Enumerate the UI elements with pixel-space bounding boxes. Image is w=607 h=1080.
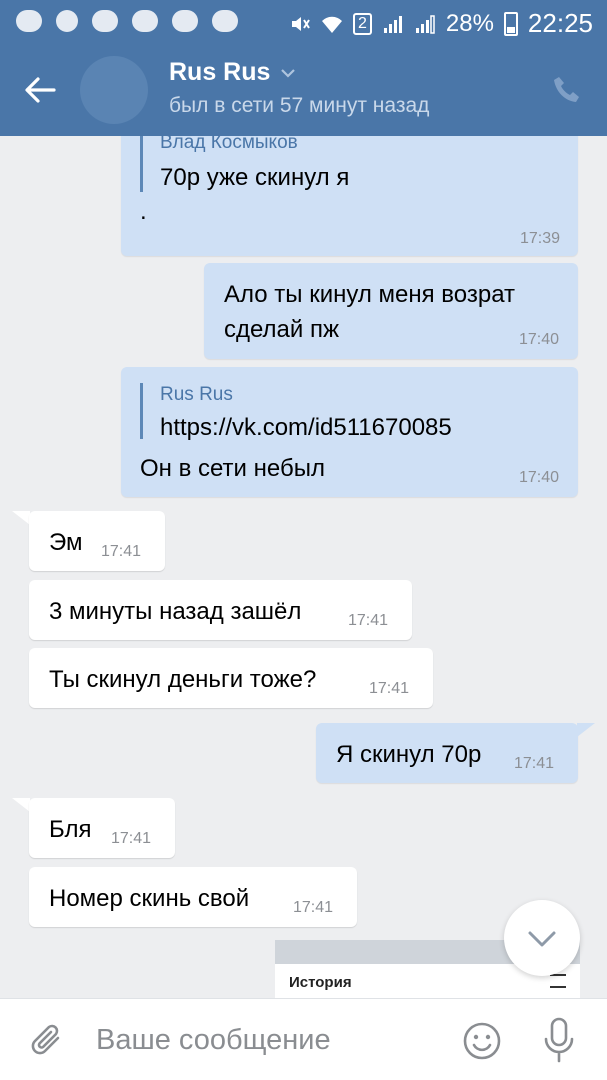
mic-icon[interactable]	[542, 1017, 576, 1063]
message-time: 17:40	[518, 331, 559, 348]
quote-author: Влад Космыков	[160, 136, 298, 153]
message-bubble-incoming[interactable]: Бля 17:41	[29, 798, 175, 858]
quote-author: Rus Rus	[160, 384, 233, 405]
status-right: 2 28% 22:25	[289, 8, 593, 39]
avatar[interactable]	[80, 56, 148, 124]
vk-notification-icon	[16, 10, 42, 32]
message-bubble-outgoing[interactable]: Я скинул 70р 17:41	[316, 723, 578, 783]
message-text: Эм	[49, 529, 83, 556]
message-bubble-incoming[interactable]: Ты скинул деньги тоже? 17:41	[29, 648, 433, 708]
bubble-tail	[12, 511, 30, 525]
message-text: Номер скинь свой	[49, 885, 250, 912]
message-bubble-outgoing[interactable]: Ало ты кинул меня возрат сделай пж 17:40	[204, 263, 578, 359]
signal-icon	[383, 15, 402, 33]
battery-percent: 28%	[445, 9, 494, 37]
message-text: Бля	[49, 816, 92, 843]
message-text: 3 минуты назад зашёл	[49, 598, 302, 625]
message-bubble-incoming[interactable]: Эм 17:41	[29, 511, 165, 571]
mute-icon	[291, 16, 310, 31]
wifi-icon	[321, 16, 342, 33]
bubble-tail	[12, 798, 30, 812]
attach-icon[interactable]	[28, 1021, 68, 1061]
quote-link[interactable]: https://vk.com/id511670085	[160, 414, 452, 442]
message-time: 17:41	[348, 612, 389, 629]
back-arrow-icon[interactable]	[22, 72, 58, 108]
message-time: 17:41	[514, 755, 555, 772]
vk-notification-icon	[132, 10, 158, 32]
chevron-down-icon	[528, 931, 556, 947]
message-time: 17:41	[369, 680, 410, 697]
quote-bar	[140, 383, 143, 439]
filter-icon	[550, 974, 566, 988]
chevron-down-icon	[281, 68, 296, 78]
phone-icon[interactable]	[551, 74, 583, 106]
message-bubble-incoming[interactable]: 3 минуты назад зашёл 17:41	[29, 580, 412, 640]
message-text: Я скинул 70р	[336, 741, 482, 768]
message-text-line: Ало ты кинул меня возрат	[224, 281, 515, 308]
quote-text: 70р уже скинул я	[160, 164, 350, 191]
notification-icons	[16, 10, 238, 32]
message-time: 17:39	[519, 230, 560, 247]
sim-slot-badge: 2	[352, 12, 372, 35]
composer	[0, 998, 607, 1080]
preview-title: История	[289, 974, 352, 991]
quote-bar	[140, 136, 143, 192]
vk-notification-icon	[172, 10, 198, 32]
emoji-icon[interactable]	[462, 1021, 502, 1061]
bubble-tail	[577, 723, 595, 737]
chat-header: Rus Rus был в сети 57 минут назад	[0, 44, 607, 136]
message-input[interactable]	[96, 1017, 436, 1063]
status-bar: 2 28% 22:25	[0, 0, 607, 44]
scroll-down-button[interactable]	[504, 900, 580, 976]
chat-notification-icon	[56, 10, 78, 32]
vk-notification-icon	[212, 10, 238, 32]
message-time: 17:41	[293, 899, 334, 916]
message-text: Он в сети небыл	[140, 455, 325, 482]
message-bubble-outgoing[interactable]: Rus Rus https://vk.com/id511670085 Он в …	[121, 367, 578, 497]
message-text: .	[140, 198, 147, 225]
contact-name-text: Rus Rus	[169, 58, 271, 86]
contact-name[interactable]: Rus Rus	[169, 58, 296, 87]
clock: 22:25	[527, 8, 593, 38]
message-bubble-outgoing[interactable]: Влад Космыков 70р уже скинул я . 17:39	[121, 136, 578, 256]
message-list[interactable]: Влад Космыков 70р уже скинул я . 17:39 А…	[0, 136, 607, 998]
message-text-line: сделай пж	[224, 316, 340, 343]
message-time: 17:40	[518, 469, 559, 486]
contact-last-seen: был в сети 57 минут назад	[169, 94, 430, 117]
message-text: Ты скинул деньги тоже?	[49, 666, 317, 693]
message-bubble-incoming[interactable]: Номер скинь свой 17:41	[29, 867, 357, 927]
vk-notification-icon	[92, 10, 118, 32]
message-time: 17:41	[101, 543, 142, 560]
battery-icon	[503, 11, 518, 36]
message-time: 17:41	[111, 830, 152, 847]
signal-icon	[415, 14, 435, 34]
